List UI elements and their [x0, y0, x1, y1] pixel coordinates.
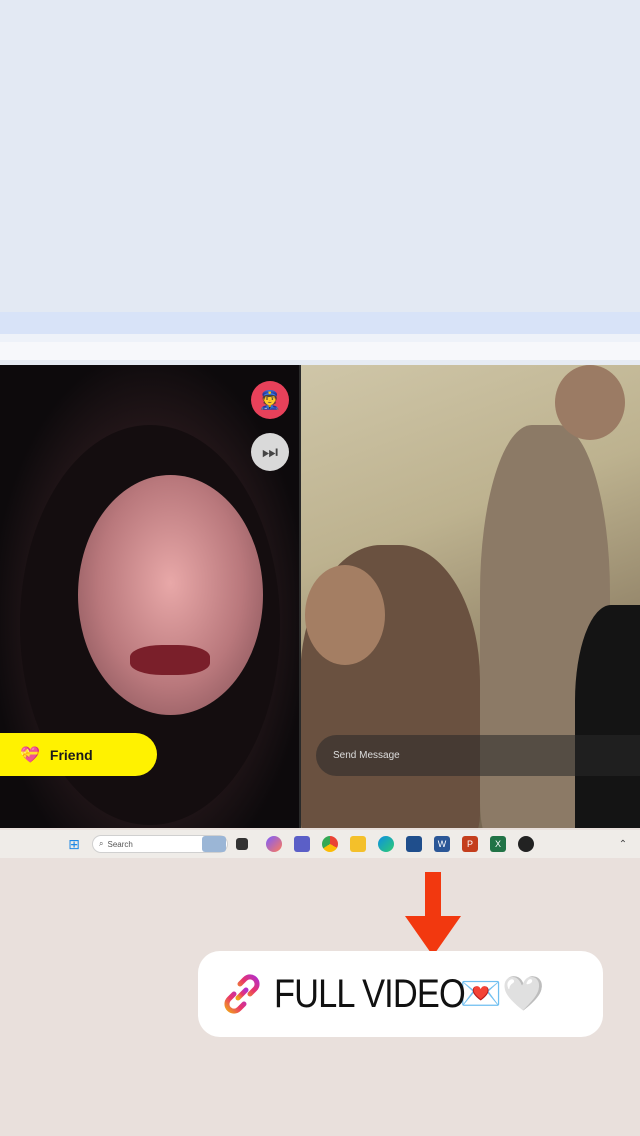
page-header-strip: [0, 342, 640, 360]
police-officer-icon: 👮: [258, 389, 282, 410]
fast-forward-icon: ⏭: [261, 441, 279, 462]
chevron-up-icon[interactable]: ⌃: [615, 836, 631, 852]
powerpoint-icon[interactable]: P: [462, 836, 478, 852]
browser-tab-bar: [0, 312, 640, 334]
person-right-jacket: [575, 605, 640, 828]
search-highlight-icon: [202, 836, 226, 852]
person-face: [78, 475, 263, 715]
down-arrow-head: [405, 916, 461, 956]
browser-toolbar: [0, 334, 640, 342]
person-left-face: [305, 565, 385, 665]
friend-button[interactable]: 💝 Friend: [0, 733, 157, 776]
blank-page-area: [0, 0, 640, 312]
chrome-icon[interactable]: [322, 836, 338, 852]
video-divider: [299, 365, 301, 828]
windows-start-icon[interactable]: ⊞: [66, 836, 82, 852]
task-view-icon[interactable]: [236, 838, 248, 850]
copilot-icon[interactable]: [266, 836, 282, 852]
send-message-input[interactable]: Send Message: [316, 735, 640, 776]
down-arrow-icon: [425, 872, 441, 917]
word-icon[interactable]: W: [434, 836, 450, 852]
friend-button-label: Friend: [49, 746, 93, 763]
full-video-label: FULL VIDEO: [274, 971, 466, 1016]
love-letter-heart-icon: 💌🤍: [459, 975, 545, 1013]
skip-button[interactable]: ⏭: [251, 433, 289, 471]
edge-icon[interactable]: [378, 836, 394, 852]
teams-icon[interactable]: [294, 836, 310, 852]
file-explorer-icon[interactable]: [350, 836, 366, 852]
windows-taskbar: ⊞ ⌕ Search W P X ⌃: [0, 830, 640, 858]
store-icon[interactable]: [406, 836, 422, 852]
heart-gift-icon: 💝: [20, 746, 40, 764]
search-icon: ⌕: [99, 839, 104, 848]
send-message-placeholder: Send Message: [333, 750, 400, 761]
taskbar-search-placeholder: Search: [107, 839, 133, 849]
excel-icon[interactable]: X: [490, 836, 506, 852]
person-standing-face: [555, 365, 625, 440]
app-icon[interactable]: [518, 836, 534, 852]
report-button[interactable]: 👮: [251, 381, 289, 419]
full-video-link[interactable]: FULL VIDEO 💌🤍: [198, 951, 603, 1037]
person-smile: [130, 645, 210, 675]
link-icon: [224, 974, 260, 1014]
